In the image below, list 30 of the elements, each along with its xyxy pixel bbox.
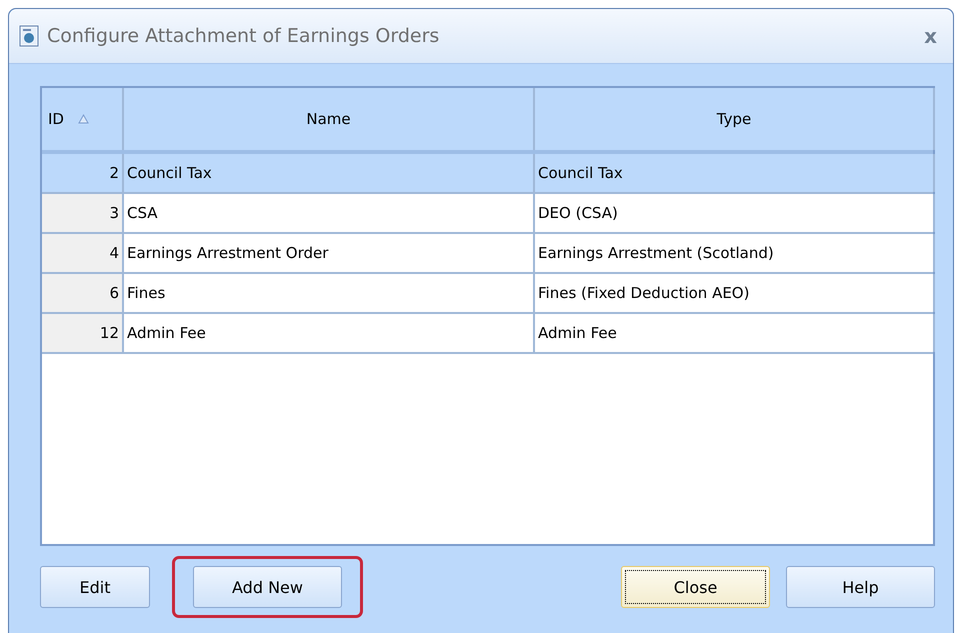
table-cell: 2	[109, 164, 119, 182]
table-cell: Earnings Arrestment Order	[127, 244, 328, 262]
table-cell: Fines	[127, 284, 166, 302]
table-cell: Council Tax	[127, 164, 212, 182]
window-close-icon[interactable]: x	[920, 24, 941, 48]
table-cell: 12	[100, 324, 119, 342]
table-row[interactable]: 4 Earnings Arrestment Order Earnings Arrestment (Scotland)	[42, 234, 933, 274]
column-header[interactable]: Type	[716, 110, 752, 128]
window-title: Configure Attachment of Earnings Orders	[47, 25, 440, 47]
column-header[interactable]: Name	[306, 110, 351, 128]
table-cell: 6	[109, 284, 119, 302]
dialog-button[interactable]: Close	[621, 566, 770, 608]
table-row[interactable]: 3 CSA DEO (CSA)	[42, 194, 933, 234]
table-cell: Admin Fee	[538, 324, 617, 342]
table-row[interactable]: 12 Admin Fee Admin Fee	[42, 314, 933, 354]
document-icon	[19, 25, 39, 47]
table-row[interactable]: 2 Council Tax Council Tax	[42, 154, 933, 194]
table-row[interactable]: 6 Fines Fines (Fixed Deduction AEO)	[42, 274, 933, 314]
table-cell: Admin Fee	[127, 324, 206, 342]
table-cell: CSA	[127, 204, 158, 222]
dialog-button[interactable]: Add New	[193, 566, 342, 608]
table-cell: Earnings Arrestment (Scotland)	[538, 244, 774, 262]
table-cell: 4	[109, 244, 119, 262]
dialog-button[interactable]: Help	[786, 566, 935, 608]
dialog-button[interactable]: Edit	[40, 566, 150, 608]
table-cell: Fines (Fixed Deduction AEO)	[538, 284, 750, 302]
table-cell: 3	[109, 204, 119, 222]
column-header[interactable]: ID	[48, 110, 64, 128]
table-cell: Council Tax	[538, 164, 623, 182]
table-cell: DEO (CSA)	[538, 204, 618, 222]
